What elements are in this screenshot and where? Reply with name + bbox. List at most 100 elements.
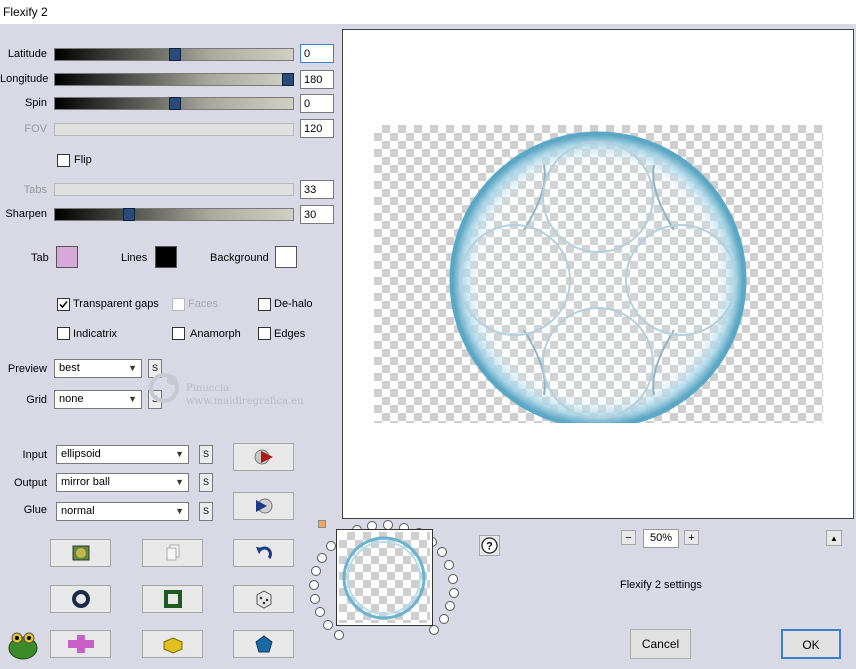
longitude-value[interactable]: 180 bbox=[300, 70, 334, 89]
spin-label: Spin bbox=[24, 97, 47, 109]
latitude-value[interactable]: 0 bbox=[300, 44, 334, 63]
image-icon bbox=[72, 545, 89, 561]
sharpen-slider[interactable] bbox=[54, 208, 294, 221]
grid-select[interactable]: none ▼ bbox=[54, 390, 142, 409]
frame-button[interactable] bbox=[142, 585, 203, 613]
longitude-label: Longitude bbox=[0, 73, 49, 85]
navigator-dot[interactable] bbox=[311, 565, 322, 576]
frame-icon bbox=[163, 590, 182, 608]
faces-label: Faces bbox=[188, 298, 218, 310]
grid-select-value: none bbox=[59, 393, 84, 405]
latitude-slider-thumb[interactable] bbox=[169, 48, 181, 61]
longitude-slider[interactable] bbox=[54, 73, 294, 86]
lines-color-label: Lines bbox=[121, 252, 148, 264]
window-title: Flexify 2 bbox=[3, 5, 48, 19]
edges-label: Edges bbox=[274, 328, 306, 340]
copy-button[interactable] bbox=[142, 539, 203, 567]
undo-button[interactable] bbox=[233, 539, 294, 567]
dice-icon bbox=[256, 590, 271, 609]
fov-value: 120 bbox=[300, 119, 334, 138]
output-save-button[interactable]: S bbox=[199, 473, 213, 492]
chevron-down-icon: ▼ bbox=[175, 506, 184, 516]
chevron-down-icon: ▼ bbox=[128, 394, 137, 404]
navigator-dot[interactable] bbox=[445, 601, 456, 612]
spin-slider[interactable] bbox=[54, 97, 294, 110]
preview-label: Preview bbox=[7, 363, 47, 375]
edges-checkbox[interactable] bbox=[258, 327, 271, 340]
input-select[interactable]: ellipsoid ▼ bbox=[56, 445, 189, 464]
block-button[interactable] bbox=[142, 630, 203, 658]
sharpen-value[interactable]: 30 bbox=[300, 205, 334, 224]
output-label: Output bbox=[13, 477, 47, 489]
zoom-in-button[interactable]: + bbox=[684, 530, 699, 545]
output-select[interactable]: mirror ball ▼ bbox=[56, 473, 189, 492]
tabs-value: 33 bbox=[300, 180, 334, 199]
transparent-gaps-checkbox[interactable] bbox=[57, 298, 70, 311]
navigator-dot[interactable] bbox=[438, 614, 449, 625]
spin-slider-thumb[interactable] bbox=[169, 97, 181, 110]
chevron-down-icon: ▼ bbox=[128, 363, 137, 373]
anamorph-checkbox[interactable] bbox=[172, 327, 185, 340]
preview-select[interactable]: best ▼ bbox=[54, 359, 142, 378]
lines-color-swatch[interactable] bbox=[155, 246, 177, 268]
settings-label: Flexify 2 settings bbox=[620, 579, 702, 591]
animate-button[interactable] bbox=[233, 492, 294, 520]
navigator-dot[interactable] bbox=[444, 559, 455, 570]
preview-canvas[interactable] bbox=[342, 29, 854, 519]
navigator-dot[interactable] bbox=[428, 625, 439, 636]
help-button[interactable]: ? bbox=[479, 535, 500, 556]
navigator-dot[interactable] bbox=[323, 619, 334, 630]
navigator-dot[interactable] bbox=[448, 573, 459, 584]
zoom-level[interactable]: 50% bbox=[643, 529, 679, 548]
spin-value[interactable]: 0 bbox=[300, 94, 334, 113]
transparent-gaps-label: Transparent gaps bbox=[73, 298, 159, 310]
title-bar: Flexify 2 bbox=[0, 0, 856, 24]
thumbnail-ball-image bbox=[342, 536, 426, 620]
glue-select-value: normal bbox=[61, 505, 95, 517]
indicatrix-checkbox[interactable] bbox=[57, 327, 70, 340]
tabs-slider bbox=[54, 183, 294, 196]
flip-checkbox[interactable] bbox=[57, 154, 70, 167]
input-save-button[interactable]: S bbox=[199, 445, 213, 464]
longitude-slider-thumb[interactable] bbox=[282, 73, 294, 86]
glue-select[interactable]: normal ▼ bbox=[56, 502, 189, 521]
help-icon: ? bbox=[481, 537, 498, 554]
pattern-button[interactable] bbox=[50, 630, 111, 658]
navigator-dot[interactable] bbox=[334, 629, 345, 640]
de-halo-checkbox[interactable] bbox=[258, 298, 271, 311]
latitude-label: Latitude bbox=[7, 48, 47, 60]
latitude-slider[interactable] bbox=[54, 48, 294, 61]
collapse-button[interactable]: ▲ bbox=[826, 530, 842, 546]
sharpen-slider-thumb[interactable] bbox=[123, 208, 135, 221]
tabs-label: Tabs bbox=[23, 184, 47, 196]
shape-button[interactable] bbox=[233, 630, 294, 658]
fov-slider bbox=[54, 123, 294, 136]
navigator-dot[interactable] bbox=[437, 547, 447, 558]
background-color-swatch[interactable] bbox=[275, 246, 297, 268]
frog-logo-icon bbox=[5, 626, 41, 662]
ring-button[interactable] bbox=[50, 585, 111, 613]
disc-play-icon bbox=[255, 498, 272, 514]
output-select-value: mirror ball bbox=[61, 476, 110, 488]
ok-button[interactable]: OK bbox=[781, 629, 841, 659]
dice-button[interactable] bbox=[233, 585, 294, 613]
navigator-dot[interactable] bbox=[315, 607, 326, 618]
flip-label: Flip bbox=[74, 154, 92, 166]
play-button[interactable] bbox=[233, 443, 294, 471]
tab-color-swatch[interactable] bbox=[56, 246, 78, 268]
ring-icon bbox=[71, 590, 90, 608]
navigator-dot[interactable] bbox=[310, 593, 321, 604]
background-color-label: Background bbox=[210, 252, 269, 264]
glue-save-button[interactable]: S bbox=[199, 502, 213, 521]
undo-arrow-icon bbox=[255, 546, 272, 559]
navigator-dot[interactable] bbox=[309, 579, 320, 590]
watermark-line1: Pinuccia bbox=[186, 383, 230, 394]
navigator-dot[interactable] bbox=[317, 552, 328, 563]
cancel-button[interactable]: Cancel bbox=[630, 629, 691, 659]
navigator-dot[interactable] bbox=[448, 587, 459, 598]
input-select-value: ellipsoid bbox=[61, 448, 101, 460]
randomize-image-button[interactable] bbox=[50, 539, 111, 567]
zoom-out-button[interactable]: − bbox=[621, 530, 636, 545]
navigator-dot[interactable] bbox=[326, 541, 337, 552]
thumbnail-preview[interactable] bbox=[336, 529, 433, 626]
